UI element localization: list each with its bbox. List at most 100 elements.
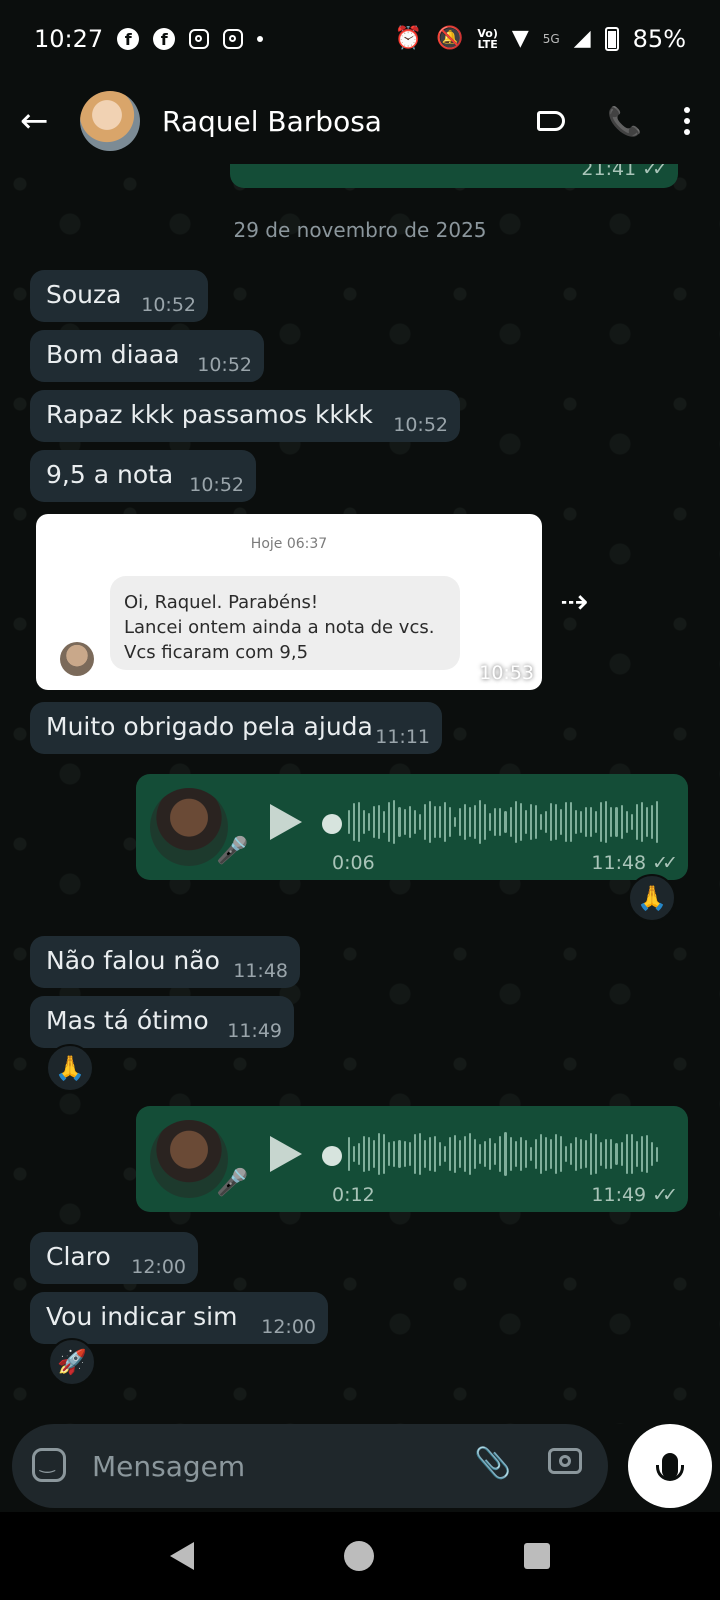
waveform-bar (630, 1133, 633, 1175)
nav-home-icon[interactable] (344, 1541, 374, 1571)
waveform-bar (534, 805, 537, 839)
message-time: 10:53 (479, 662, 534, 684)
instagram-icon (223, 29, 244, 49)
chat-area[interactable]: 21:41 ✓✓ 29 de novembro de 2025 Souza 10:… (0, 164, 720, 1424)
waveform-bar (549, 803, 552, 841)
attach-icon[interactable]: 📎 (474, 1446, 511, 1481)
waveform-bar (570, 1143, 573, 1165)
waveform-bar (464, 1135, 467, 1173)
waveform-bar (580, 1139, 583, 1169)
waveform-bar (398, 1139, 401, 1169)
play-icon[interactable] (270, 804, 302, 840)
incoming-message[interactable]: Muito obrigado pela ajuda 11:11 (30, 702, 442, 754)
waveform-bar (539, 1133, 542, 1175)
waveform-bar (585, 807, 588, 837)
waveform-bar (348, 1136, 351, 1172)
waveform-bar (373, 1140, 376, 1168)
nav-recents-icon[interactable] (524, 1543, 550, 1569)
more-options-icon[interactable] (684, 107, 690, 135)
waveform-bar (504, 1132, 507, 1176)
incoming-message[interactable]: Bom diaaa 10:52 (30, 330, 264, 382)
signal-icon: ◢ (573, 26, 591, 51)
incoming-message[interactable]: Souza 10:52 (30, 270, 208, 322)
waveform-bar (620, 1142, 623, 1166)
waveform-bar (645, 1134, 648, 1174)
incoming-message[interactable]: 9,5 a nota 10:52 (30, 450, 256, 502)
waveform-bar (388, 802, 391, 842)
camera-icon[interactable] (548, 1448, 582, 1474)
waveform-bar (595, 810, 598, 834)
voice-message[interactable]: 🎤 0:12 11:49 ✓✓ (136, 1106, 688, 1212)
incoming-message[interactable]: Vou indicar sim 12:00 (30, 1292, 328, 1344)
waveform-bar (519, 802, 522, 842)
message-time: 11:48 (591, 852, 647, 874)
reaction-emoji[interactable]: 🙏 (46, 1044, 94, 1092)
outgoing-message[interactable]: 21:41 ✓✓ (230, 164, 678, 188)
waveform-bar (459, 807, 462, 837)
audio-seek-knob[interactable] (322, 1146, 342, 1166)
waveform-bar (565, 1145, 568, 1163)
waveform-bar (423, 804, 426, 840)
waveform-bar (489, 1138, 492, 1170)
waveform-bar (625, 810, 628, 834)
waveform-bar (433, 1135, 436, 1173)
audio-seek-knob[interactable] (322, 814, 342, 834)
waveform-bar (398, 807, 401, 837)
mic-icon: 🎤 (216, 1168, 249, 1198)
add-call-icon[interactable]: 📞 (607, 105, 642, 138)
waveform-bar (610, 1138, 613, 1170)
emoji-sticker-icon[interactable] (32, 1448, 66, 1482)
waveform-bar (615, 1143, 618, 1165)
contact-avatar[interactable] (80, 91, 140, 151)
facebook-icon: f (117, 28, 140, 50)
play-icon[interactable] (270, 1136, 302, 1172)
forward-icon[interactable]: ⇢ (560, 582, 589, 622)
incoming-message[interactable]: Claro 12:00 (30, 1232, 198, 1284)
waveform-bar (489, 812, 492, 832)
waveform-bar (529, 1146, 532, 1162)
incoming-message[interactable]: Rapaz kkk passamos kkkk 10:52 (30, 390, 460, 442)
waveform-bar (630, 814, 633, 830)
voice-message[interactable]: 🎤 0:06 11:48 ✓✓ (136, 774, 688, 880)
message-text: Souza (46, 280, 122, 309)
message-composer[interactable]: 📎 (12, 1424, 608, 1508)
waveform-bar (655, 1146, 658, 1162)
reaction-emoji[interactable]: 🙏 (628, 874, 676, 922)
waveform-bar (348, 810, 351, 834)
waveform-bar (353, 802, 356, 842)
nav-back-icon[interactable] (170, 1542, 194, 1570)
voice-record-button[interactable] (628, 1424, 712, 1508)
date-chip: 29 de novembro de 2025 (233, 218, 487, 242)
waveform-bar (453, 1134, 457, 1174)
waveform-bar (499, 807, 502, 837)
contact-name[interactable]: Raquel Barbosa (162, 105, 537, 138)
audio-waveform[interactable] (348, 1128, 658, 1180)
waveform-bar (549, 1139, 552, 1169)
incoming-message[interactable]: Não falou não 11:48 (30, 936, 300, 988)
waveform-bar (565, 801, 568, 843)
waveform-bar (433, 806, 436, 838)
volte-icon: Vo) LTE (477, 27, 498, 51)
waveform-bar (363, 810, 366, 834)
audio-waveform[interactable] (348, 796, 658, 848)
waveform-bar (539, 813, 542, 831)
back-arrow-icon[interactable]: ← (20, 101, 64, 141)
facebook-icon: f (153, 28, 176, 50)
reaction-emoji[interactable]: 🚀 (48, 1338, 96, 1386)
battery-icon (604, 27, 619, 51)
waveform-bar (585, 1139, 588, 1169)
screenshot-line: Oi, Raquel. Parabéns! (124, 592, 319, 613)
waveform-bar (595, 1133, 598, 1175)
incoming-message[interactable]: Mas tá ótimo 11:49 (30, 996, 294, 1048)
message-input[interactable] (90, 1444, 454, 1488)
waveform-bar (580, 810, 583, 834)
audio-duration: 0:12 (332, 1184, 375, 1206)
waveform-bar (358, 1142, 361, 1166)
message-text: 9,5 a nota (46, 460, 174, 489)
waveform-bar (393, 1140, 396, 1168)
message-time: 11:49 (227, 1020, 282, 1042)
label-icon[interactable] (537, 111, 566, 131)
mic-icon (656, 1453, 684, 1481)
message-text: Muito obrigado pela ajuda (46, 712, 373, 741)
image-message[interactable]: Hoje 06:37 Oi, Raquel. Parabéns! Lancei … (36, 514, 542, 690)
